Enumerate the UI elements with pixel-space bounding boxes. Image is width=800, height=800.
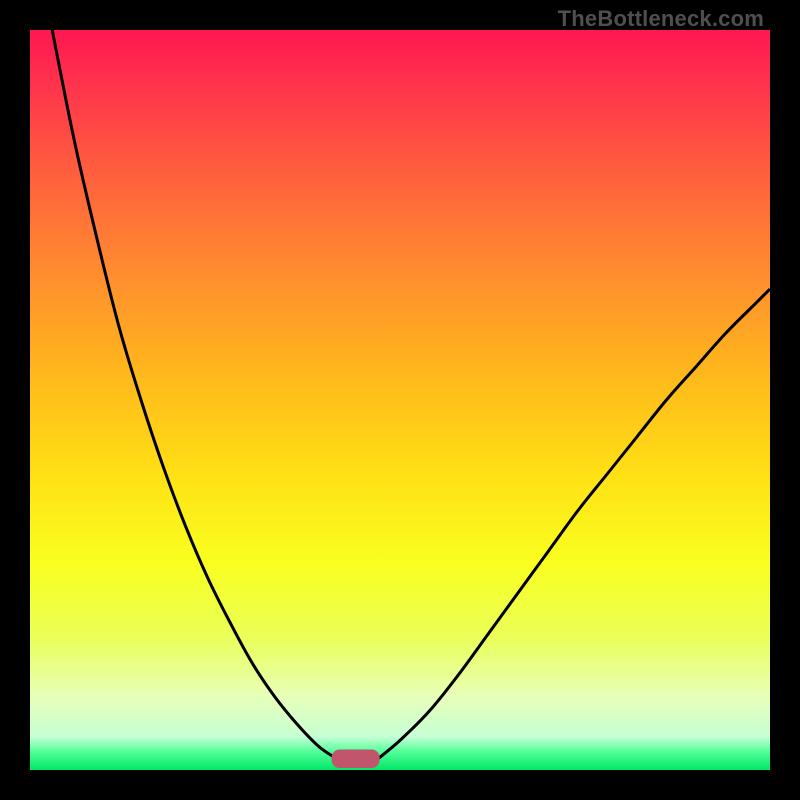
optimal-marker	[332, 750, 380, 769]
outer-frame: TheBottleneck.com	[0, 0, 800, 800]
chart-svg	[30, 30, 770, 770]
chart-plot-area	[30, 30, 770, 770]
watermark-text: TheBottleneck.com	[558, 6, 764, 32]
